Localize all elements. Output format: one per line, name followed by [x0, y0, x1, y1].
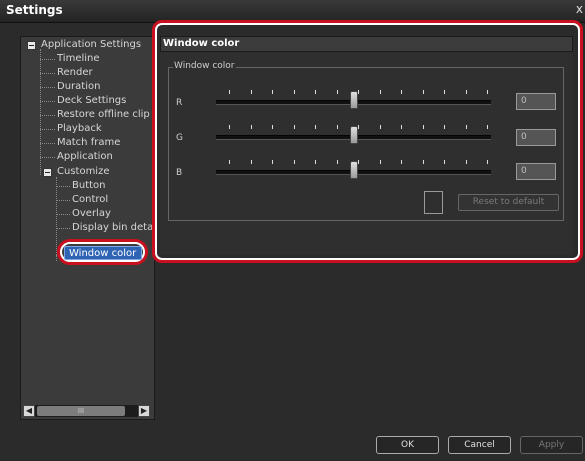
ok-button[interactable]: OK: [376, 436, 439, 454]
tree-item-duration[interactable]: Duration: [57, 81, 100, 93]
tree-connector: [56, 186, 70, 187]
settings-tree[interactable]: Application Settings Timeline Render Dur…: [20, 36, 155, 420]
tree-item-control[interactable]: Control: [72, 194, 108, 206]
collapse-icon[interactable]: [27, 41, 36, 50]
tree-connector: [56, 200, 70, 201]
tree-item-application-settings[interactable]: Application Settings: [41, 39, 141, 51]
tree-item-match-frame[interactable]: Match frame: [57, 137, 120, 149]
tree-item-overlay[interactable]: Overlay: [72, 208, 111, 220]
tree-item-button[interactable]: Button: [72, 180, 106, 192]
tree-connector: [40, 129, 55, 130]
tree-item-deck-settings[interactable]: Deck Settings: [57, 95, 126, 107]
tree-item-render[interactable]: Render: [57, 67, 93, 79]
panel-highlight-ring: [152, 20, 583, 263]
collapse-icon[interactable]: [43, 168, 52, 177]
tree-horizontal-scrollbar[interactable]: ◀ III ▶: [23, 405, 150, 417]
tree-item-window-color[interactable]: Window color: [64, 246, 142, 260]
tree-item-restore-offline-clip[interactable]: Restore offline clip: [57, 109, 150, 121]
tree-connector: [40, 59, 55, 60]
window-title: Settings: [6, 3, 63, 17]
tree-item-customize[interactable]: Customize: [57, 166, 110, 178]
tree-item-timeline[interactable]: Timeline: [57, 53, 100, 65]
tree-connector: [56, 214, 70, 215]
tree-item-playback[interactable]: Playback: [57, 123, 102, 135]
scroll-left-icon[interactable]: ◀: [23, 405, 35, 417]
tree-connector: [56, 228, 70, 229]
tree-connector: [40, 157, 55, 158]
scroll-right-icon[interactable]: ▶: [138, 405, 150, 417]
tree-connector: [40, 87, 55, 88]
tree-item-application[interactable]: Application: [57, 151, 113, 163]
cancel-button[interactable]: Cancel: [448, 436, 511, 454]
tree-connector: [40, 143, 55, 144]
close-icon[interactable]: x: [576, 2, 583, 16]
tree-item-display-bin-details[interactable]: Display bin details: [72, 222, 153, 234]
apply-button[interactable]: Apply: [520, 436, 583, 454]
tree-connector: [40, 101, 55, 102]
scrollbar-thumb[interactable]: III: [37, 406, 125, 416]
tree-connector: [40, 115, 55, 116]
tree-connector: [40, 73, 55, 74]
